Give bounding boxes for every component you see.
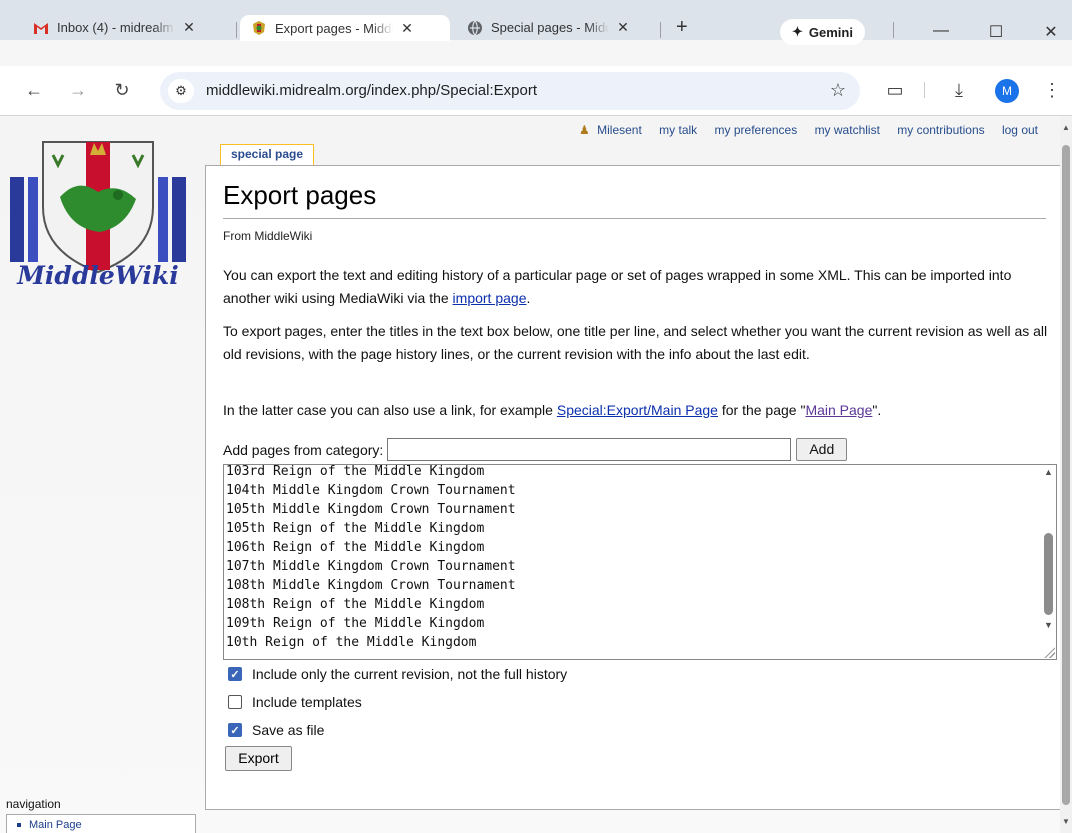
profile-avatar[interactable]: M (995, 79, 1019, 103)
current-revision-checkbox[interactable]: ✓ (228, 667, 242, 681)
export-button[interactable]: Export (225, 746, 292, 771)
tab-title: Export pages - MiddleWiki (275, 20, 393, 36)
tab-strip: Inbox (4) - midrealm ✕ Export pages - Mi… (0, 0, 1072, 45)
gemini-button[interactable]: ✦ Gemini (780, 19, 865, 45)
nav-item-label[interactable]: Main Page (29, 819, 82, 831)
address-bar[interactable]: ⚙ middlewiki.midrealm.org/index.php/Spec… (160, 72, 860, 110)
forward-arrow-icon[interactable]: → (66, 78, 90, 102)
globe-icon (466, 19, 484, 37)
personal-links: ♟ Milesent my talk my preferences my wat… (565, 123, 1038, 137)
my-contributions-link[interactable]: my contributions (897, 123, 984, 137)
navigation-portlet: Main Page (6, 814, 196, 833)
content-area: Export pages From MiddleWiki You can exp… (205, 165, 1060, 810)
link-example-paragraph: In the latter case you can also use a li… (223, 399, 1053, 422)
gmail-icon (32, 19, 50, 37)
middlewiki-logo[interactable]: MiddleWiki (8, 137, 188, 297)
tab-inbox[interactable]: Inbox (4) - midrealm ✕ (32, 15, 197, 40)
page-scroll-down-icon[interactable]: ▼ (1062, 817, 1070, 826)
nav-item-main-page[interactable]: Main Page (17, 819, 82, 831)
close-tab-icon[interactable]: ✕ (181, 19, 197, 36)
option-save-as-file[interactable]: ✓ Save as file (228, 722, 324, 738)
textarea-scrollbar[interactable]: ▲ ▼ (1041, 465, 1056, 659)
tab-export-pages[interactable]: Export pages - MiddleWiki ✕ (240, 15, 450, 41)
user-icon: ♟ (579, 123, 590, 137)
wiki-page: ♟ Milesent my talk my preferences my wat… (0, 117, 1060, 833)
middlewiki-icon (250, 19, 268, 37)
reload-icon[interactable]: ↻ (110, 78, 134, 102)
resize-grip-icon[interactable] (1043, 646, 1055, 658)
new-tab-button[interactable]: + (676, 17, 688, 37)
minimize-icon[interactable]: — (931, 22, 951, 40)
log-out-link[interactable]: log out (1002, 123, 1038, 137)
category-row: Add pages from category: Add (223, 438, 848, 461)
example-text: ". (872, 402, 882, 418)
import-page-link[interactable]: import page (453, 290, 527, 306)
option-include-templates[interactable]: Include templates (228, 694, 362, 710)
scroll-down-arrow-icon[interactable]: ▼ (1044, 620, 1053, 630)
bookmark-star-icon[interactable]: ☆ (830, 80, 846, 101)
intro-text-end: . (526, 290, 531, 306)
site-settings-icon[interactable]: ⚙ (168, 79, 194, 103)
tab-special-pages[interactable]: Special pages - MiddleWiki ✕ (466, 15, 631, 40)
bullet-icon (17, 823, 21, 828)
gemini-sparkle-icon: ✦ (792, 24, 803, 39)
page-scrollbar[interactable]: ▲ ▼ (1060, 117, 1072, 833)
pages-textarea-text[interactable]: 103rd Reign of the Middle Kingdom 104th … (226, 465, 516, 652)
option-label: Save as file (252, 722, 325, 738)
save-as-file-checkbox[interactable]: ✓ (228, 723, 242, 737)
user-link[interactable]: Milesent (597, 123, 642, 137)
url-text[interactable]: middlewiki.midrealm.org/index.php/Specia… (206, 82, 537, 99)
my-preferences-link[interactable]: my preferences (715, 123, 798, 137)
page-title: Export pages (223, 180, 377, 210)
navigation-heading: navigation (6, 797, 61, 811)
close-tab-icon[interactable]: ✕ (615, 19, 631, 36)
tab-divider (660, 22, 661, 38)
reader-mode-icon[interactable]: ▭ (883, 78, 907, 102)
intro-paragraph: You can export the text and editing hist… (223, 264, 1053, 310)
tab-divider (236, 22, 237, 38)
close-window-icon[interactable]: ✕ (1041, 22, 1061, 42)
example-text: In the latter case you can also use a li… (223, 402, 557, 418)
category-label: Add pages from category: (223, 441, 384, 458)
tab-title: Special pages - MiddleWiki (491, 20, 609, 35)
my-talk-link[interactable]: my talk (659, 123, 697, 137)
close-tab-icon[interactable]: ✕ (399, 20, 415, 37)
page-scroll-up-icon[interactable]: ▲ (1062, 123, 1070, 132)
back-arrow-icon[interactable]: ← (22, 78, 46, 102)
my-watchlist-link[interactable]: my watchlist (815, 123, 880, 137)
tab-title: Inbox (4) - midrealm (57, 20, 174, 35)
category-input[interactable] (387, 438, 792, 461)
tab-special-page[interactable]: special page (220, 144, 315, 165)
page-scroll-thumb[interactable] (1062, 145, 1070, 805)
pages-textarea[interactable]: 103rd Reign of the Middle Kingdom 104th … (223, 464, 1057, 660)
download-icon[interactable]: ⤓ (947, 78, 971, 102)
option-label: Include only the current revision, not t… (252, 666, 568, 682)
example-text: for the page " (717, 402, 806, 418)
menu-kebab-icon[interactable]: ⋮ (1040, 78, 1064, 102)
main-page-link[interactable]: Main Page (805, 402, 872, 418)
title-divider (223, 218, 1046, 219)
add-button[interactable]: Add (796, 438, 848, 461)
instructions-paragraph: To export pages, enter the titles in the… (223, 323, 1048, 362)
intro-text: You can export the text and editing hist… (223, 267, 1012, 306)
special-export-main-page-link[interactable]: Special:Export/Main Page (557, 402, 718, 418)
maximize-icon[interactable]: ☐ (986, 22, 1006, 42)
option-label: Include templates (252, 694, 362, 710)
toolbar-divider (924, 82, 925, 98)
textarea-scroll-thumb[interactable] (1044, 533, 1053, 615)
browser-toolbar: ← → ↻ ⚙ middlewiki.midrealm.org/index.ph… (0, 66, 1072, 116)
logo-text: MiddleWiki (17, 261, 179, 290)
site-subtitle: From MiddleWiki (223, 229, 313, 243)
scroll-up-arrow-icon[interactable]: ▲ (1044, 467, 1053, 477)
toolbar-divider (893, 22, 894, 38)
option-current-revision[interactable]: ✓ Include only the current revision, not… (228, 666, 567, 682)
include-templates-checkbox[interactable] (228, 695, 242, 709)
gemini-label: Gemini (808, 24, 853, 40)
